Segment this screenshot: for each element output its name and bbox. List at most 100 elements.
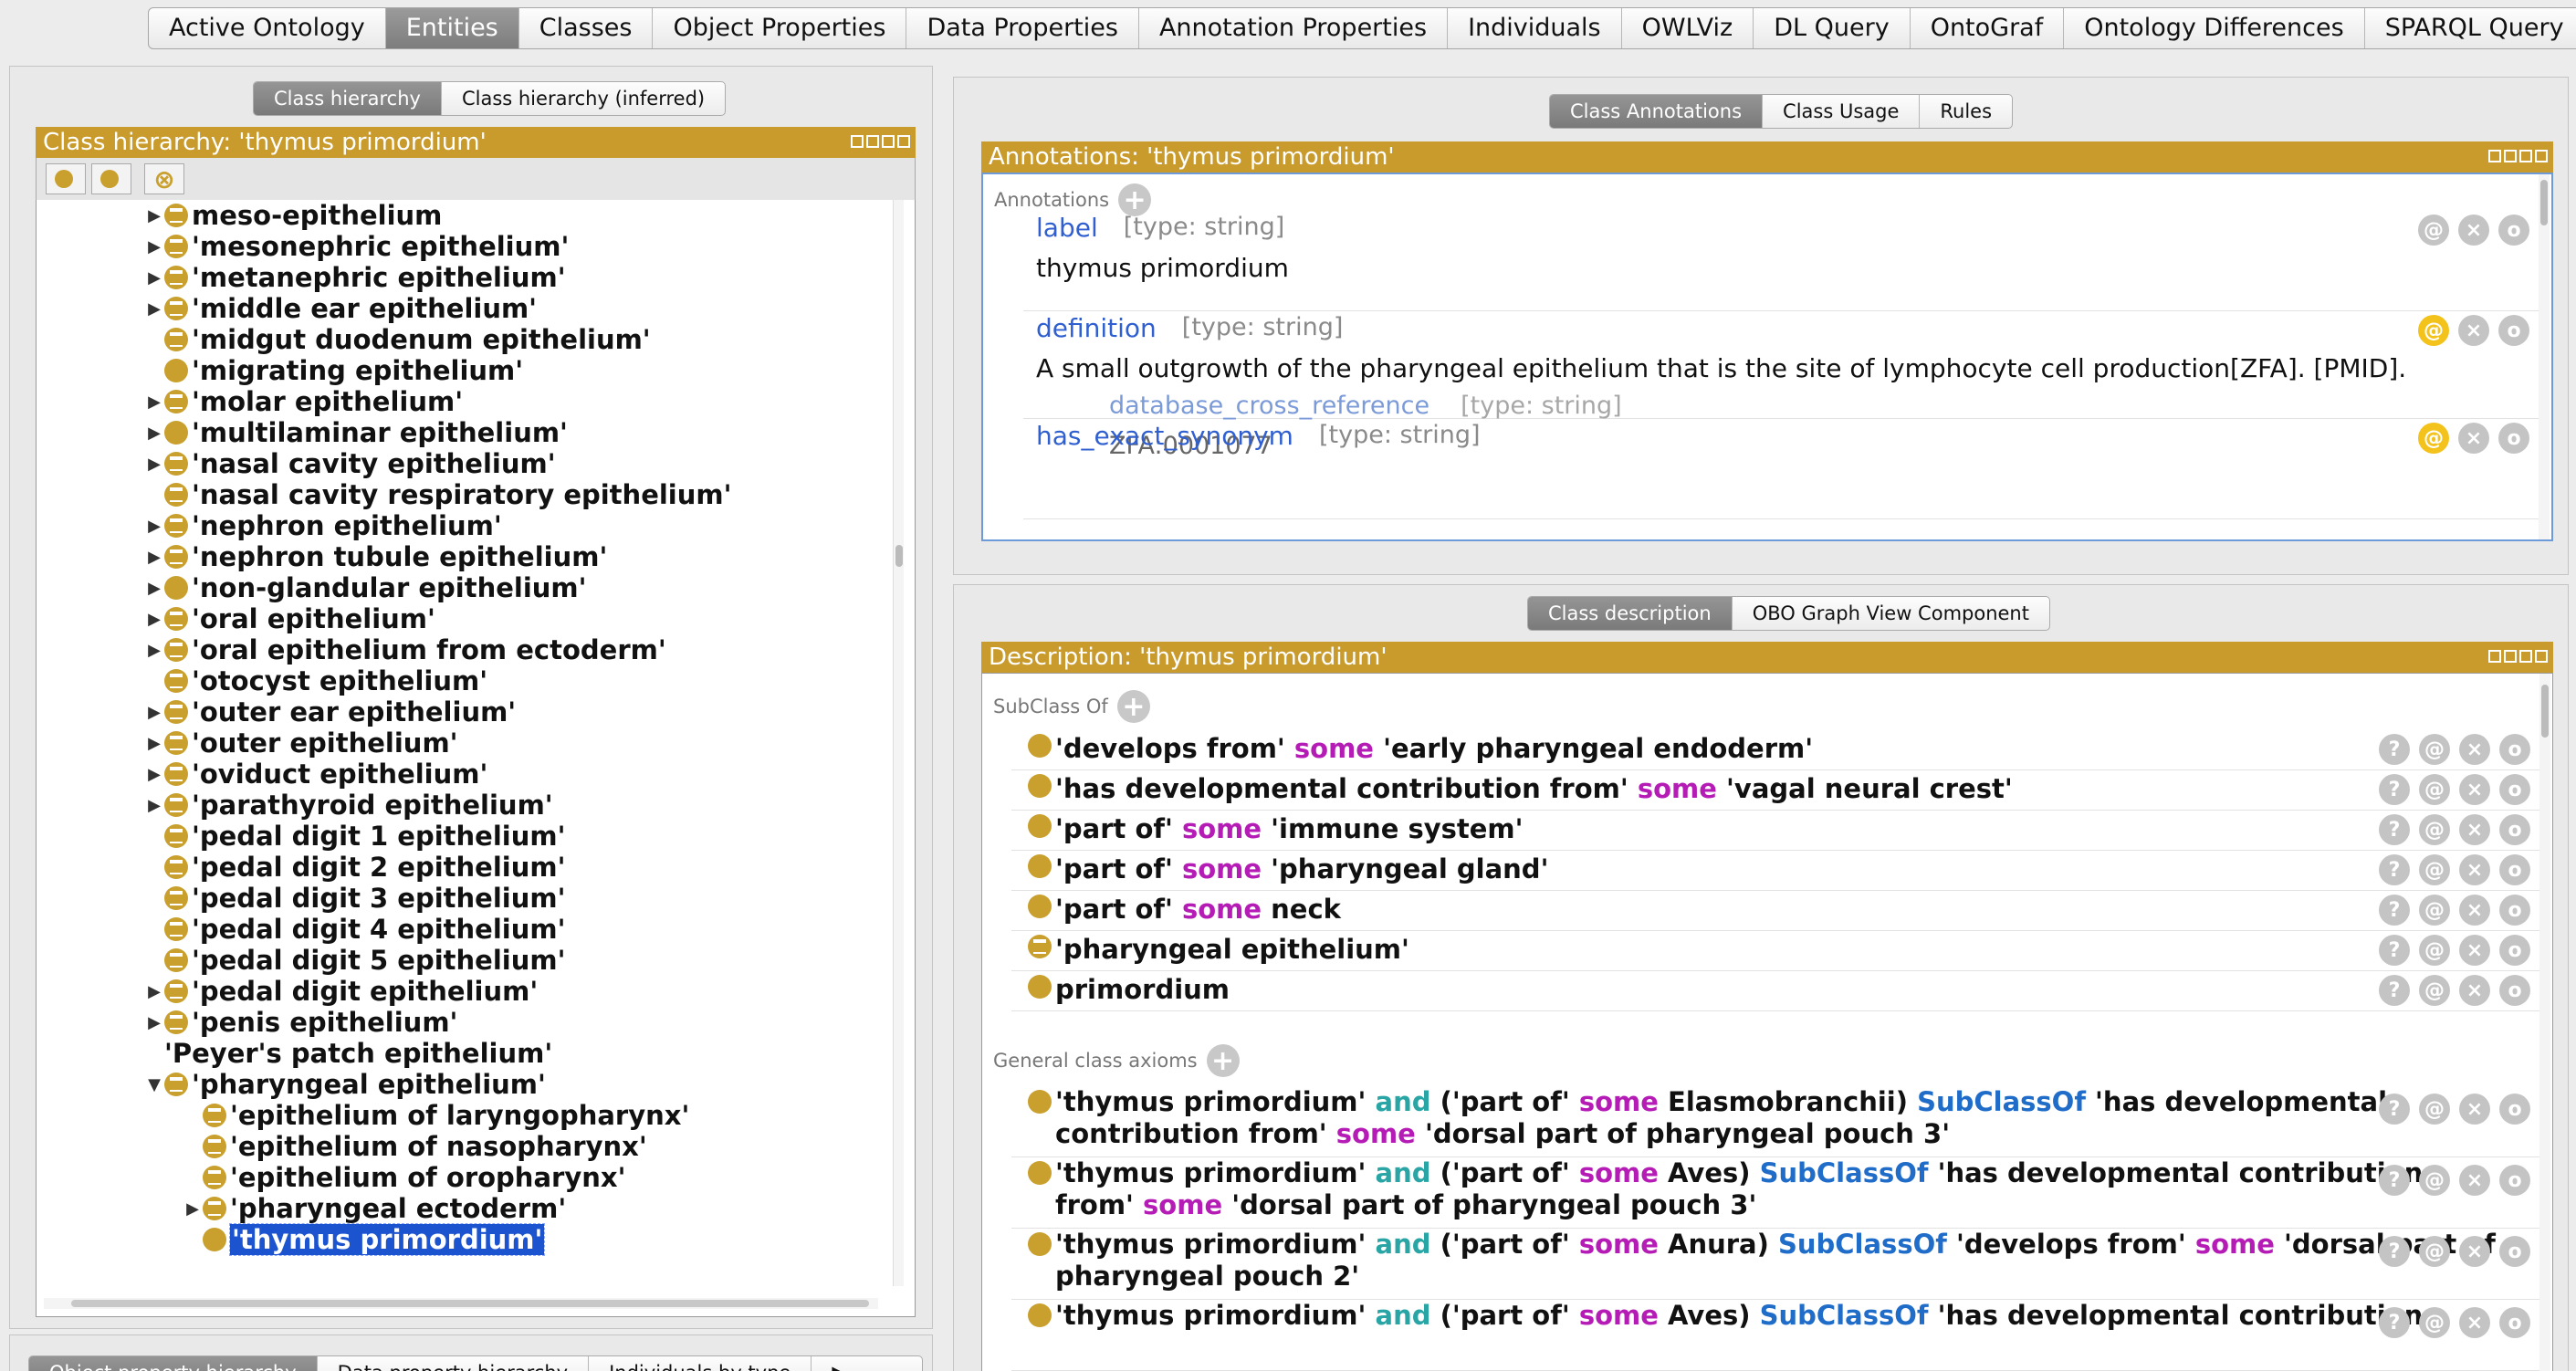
tree-node[interactable]: 'pedal digit 2 epithelium' [144, 852, 565, 883]
edit-button[interactable]: o [2499, 1236, 2530, 1267]
tree-node[interactable]: ▶ 'oviduct epithelium' [144, 759, 487, 790]
edit-button[interactable]: o [2499, 935, 2530, 966]
expand-arrow-icon[interactable]: ▶ [144, 423, 164, 443]
tree-hscroll-thumb[interactable] [71, 1300, 869, 1307]
description-scroll-thumb[interactable] [2541, 685, 2549, 738]
explain-button[interactable]: ? [2379, 1236, 2410, 1267]
tab-entities[interactable]: Entities [385, 8, 519, 48]
delete-button[interactable]: × [2459, 854, 2490, 885]
expand-arrow-icon[interactable]: ▶ [144, 795, 164, 815]
tab-object-properties[interactable]: Object Properties [653, 8, 907, 48]
delete-button[interactable]: × [2459, 935, 2490, 966]
edit-button[interactable]: o [2499, 975, 2530, 1006]
delete-button[interactable]: × [2459, 975, 2490, 1006]
superclass-row[interactable]: 'part of' some 'immune system'? @ × o [1011, 811, 2539, 851]
annotation-property-link[interactable]: definition [1036, 313, 1157, 343]
edit-button[interactable]: o [2499, 1307, 2530, 1338]
edit-button[interactable]: o [2499, 895, 2530, 926]
tab-data-property-hierarchy[interactable]: Data property hierarchy [318, 1356, 590, 1371]
expand-arrow-icon[interactable]: ▶ [144, 516, 164, 536]
tab-dl-query[interactable]: DL Query [1754, 8, 1911, 48]
annotate-button[interactable]: @ [2418, 423, 2449, 454]
view-window-buttons[interactable] [2488, 650, 2548, 663]
tab-classes[interactable]: Classes [519, 8, 654, 48]
tree-node[interactable]: ▼ 'pharyngeal epithelium' [144, 1069, 546, 1100]
tab-class-usage[interactable]: Class Usage [1763, 95, 1921, 128]
expand-arrow-icon[interactable]: ▶ [183, 1198, 203, 1219]
expand-arrow-icon[interactable]: ▶ [144, 236, 164, 256]
annotate-button[interactable]: @ [2419, 854, 2450, 885]
tree-node[interactable]: 'pedal digit 3 epithelium' [144, 883, 565, 914]
explain-button[interactable]: ? [2379, 734, 2410, 765]
tab-individuals-by-type[interactable]: Individuals by type [589, 1356, 812, 1371]
delete-button[interactable]: × [2459, 1307, 2490, 1338]
tree-node[interactable]: ▶ 'oral epithelium' [144, 603, 435, 634]
tab-object-property-hierarchy[interactable]: Object property hierarchy [29, 1356, 318, 1371]
tab-class-annotations[interactable]: Class Annotations [1550, 95, 1764, 128]
expand-arrow-icon[interactable]: ▶ [144, 1012, 164, 1032]
delete-button[interactable]: × [2459, 734, 2490, 765]
superclass-row[interactable]: primordium? @ × o [1011, 971, 2539, 1011]
tree-node[interactable]: ▶ 'nephron tubule epithelium' [144, 541, 607, 572]
delete-button[interactable]: × [2458, 315, 2489, 346]
tree-node[interactable]: ▶ 'molar epithelium' [144, 386, 463, 417]
tab-rules[interactable]: Rules [1920, 95, 2012, 128]
edit-button[interactable]: o [2499, 1165, 2530, 1196]
explain-button[interactable]: ? [2379, 854, 2410, 885]
tree-node[interactable]: ▶ 'outer epithelium' [144, 727, 457, 759]
tab-active-ontology[interactable]: Active Ontology [149, 8, 386, 48]
tab-class-description[interactable]: Class description [1528, 597, 1733, 630]
tree-node[interactable]: 'midgut duodenum epithelium' [144, 324, 651, 355]
tree-node[interactable]: ▶ 'outer ear epithelium' [144, 696, 516, 727]
tree-node[interactable]: ▶ 'mesonephric epithelium' [144, 231, 569, 262]
tree-node[interactable]: 'epithelium of laryngopharynx' [183, 1100, 689, 1131]
edit-button[interactable]: o [2499, 734, 2530, 765]
tree-node[interactable]: 'pedal digit 5 epithelium' [144, 945, 565, 976]
edit-button[interactable]: o [2499, 774, 2530, 805]
add-gca-button[interactable]: + [1206, 1044, 1240, 1077]
tab-sparql-query[interactable]: SPARQL Query [2365, 8, 2576, 48]
delete-button[interactable]: × [2459, 814, 2490, 845]
tab-ontology-differences[interactable]: Ontology Differences [2064, 8, 2365, 48]
expand-arrow-icon[interactable]: ▶ [144, 981, 164, 1001]
tree-node[interactable]: 'migrating epithelium' [144, 355, 523, 386]
explain-button[interactable]: ? [2379, 1307, 2410, 1338]
tree-node[interactable]: ▶ 'metanephric epithelium' [144, 262, 566, 293]
tree-node[interactable]: 'nasal cavity respiratory epithelium' [144, 479, 731, 510]
expand-arrow-icon[interactable]: ▶ [144, 609, 164, 629]
tab-ontograf[interactable]: OntoGraf [1911, 8, 2065, 48]
tree-vertical-scrollbar[interactable] [893, 200, 904, 1286]
explain-button[interactable]: ? [2379, 1094, 2410, 1125]
tree-node[interactable]: 'Peyer's patch epithelium' [144, 1038, 552, 1069]
tab-owlviz[interactable]: OWLViz [1622, 8, 1754, 48]
explain-button[interactable]: ? [2379, 895, 2410, 926]
add-superclass-button[interactable]: + [1116, 690, 1150, 723]
delete-button[interactable]: × [2458, 423, 2489, 454]
edit-button[interactable]: o [2498, 423, 2529, 454]
explain-button[interactable]: ? [2379, 1165, 2410, 1196]
superclass-row[interactable]: 'has developmental contribution from' so… [1011, 770, 2539, 811]
tab-individuals[interactable]: Individuals [1448, 8, 1622, 48]
expand-arrow-icon[interactable]: ▶ [144, 267, 164, 288]
tab-class-hierarchy[interactable]: Class hierarchy [254, 82, 442, 115]
delete-button[interactable]: × [2458, 215, 2489, 246]
expand-arrow-icon[interactable]: ▼ [144, 1074, 164, 1094]
annotate-button[interactable]: @ [2419, 1165, 2450, 1196]
description-scrollbar[interactable] [2539, 674, 2550, 1371]
tree-node[interactable]: ▶ meso-epithelium [144, 200, 442, 231]
delete-button[interactable]: × [2459, 1165, 2490, 1196]
edit-button[interactable]: o [2498, 315, 2529, 346]
edit-button[interactable]: o [2498, 215, 2529, 246]
annotate-button[interactable]: @ [2419, 935, 2450, 966]
delete-button[interactable]: × [2459, 1236, 2490, 1267]
expand-arrow-icon[interactable]: ▶ [144, 392, 164, 412]
annotations-scrollbar[interactable] [2539, 174, 2550, 539]
delete-button[interactable]: × [2459, 1094, 2490, 1125]
annotate-button[interactable]: @ [2419, 1094, 2450, 1125]
general-class-axiom-row[interactable]: 'thymus primordium' and ('part of' some … [1011, 1157, 2539, 1229]
delete-button[interactable]: × [2459, 895, 2490, 926]
annotate-button[interactable]: @ [2419, 895, 2450, 926]
tab-data-properties[interactable]: Data Properties [906, 8, 1139, 48]
edit-button[interactable]: o [2499, 854, 2530, 885]
tree-node[interactable]: ▶ 'pharyngeal ectoderm' [183, 1193, 566, 1224]
